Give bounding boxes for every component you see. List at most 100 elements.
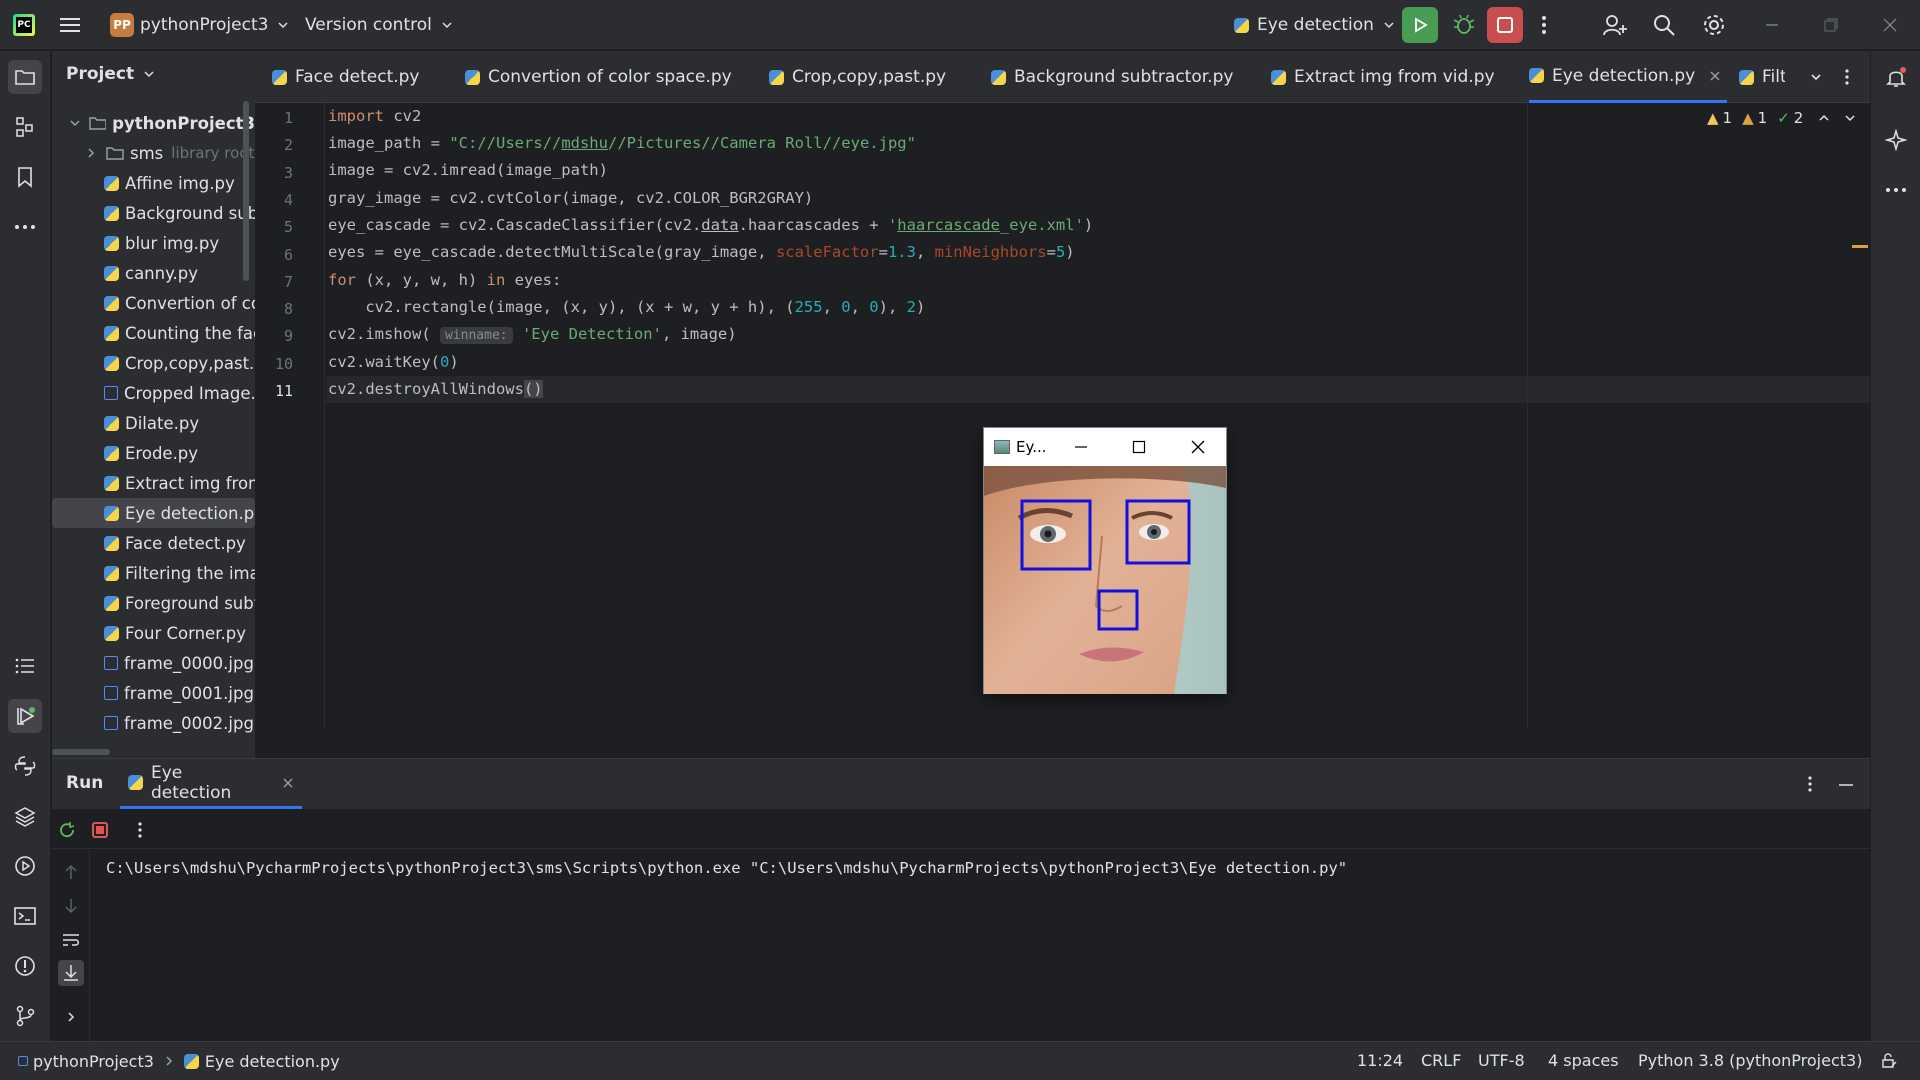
close-tab-icon[interactable] (1709, 70, 1721, 82)
previous-highlight-icon[interactable] (1817, 111, 1831, 125)
restore-window-icon[interactable] (1823, 0, 1839, 50)
rerun-icon[interactable] (58, 821, 76, 839)
hide-panel-icon[interactable] (1838, 783, 1854, 787)
tree-file-item[interactable]: Cropped Image.jpg (52, 378, 255, 408)
run-tool-icon[interactable] (8, 699, 42, 733)
tab-convertion-of-color-space[interactable]: Convertion of color space.py (465, 51, 732, 103)
tree-file-item[interactable]: blur img.py (52, 228, 255, 258)
tree-file-item[interactable]: Eye detection.py (52, 498, 255, 528)
python-console-icon[interactable] (8, 749, 42, 783)
main-menu-icon[interactable] (60, 0, 82, 50)
run-tool-window: Run Eye detection C:\Users\mdshu\Pycharm… (52, 758, 1870, 1042)
chevron-right-icon[interactable] (64, 1010, 78, 1024)
soft-wrap-icon[interactable] (62, 932, 80, 948)
more-tools-icon[interactable] (8, 210, 42, 244)
tab-extract-img-from-vid[interactable]: Extract img from vid.py (1271, 51, 1495, 103)
more-right-tools-icon[interactable] (1879, 173, 1913, 207)
terminal-icon[interactable] (8, 899, 42, 933)
tab-actions-menu-icon[interactable] (1844, 51, 1850, 103)
more-options-icon[interactable] (137, 821, 143, 839)
tree-root-folder[interactable]: pythonProject3 (52, 108, 255, 138)
tree-file-item[interactable]: Convertion of color space.py (52, 288, 255, 318)
tab-crop-copy-past[interactable]: Crop,copy,past.py (769, 51, 946, 103)
notifications-bell-icon[interactable] (1879, 60, 1913, 94)
stop-button[interactable] (1487, 0, 1523, 50)
project-panel-title[interactable]: Project (66, 64, 156, 84)
debug-button[interactable] (1452, 0, 1476, 50)
tab-eye-detection-active[interactable]: Eye detection.py (1529, 51, 1728, 103)
python-interpreter[interactable]: Python 3.8 (pythonProject3) (1638, 1051, 1862, 1070)
tree-file-label: Dilate.py (125, 413, 200, 433)
problems-icon[interactable] (8, 949, 42, 983)
opencv-image-window[interactable]: Ey... (983, 427, 1227, 694)
tree-file-item[interactable]: Dilate.py (52, 408, 255, 438)
tree-file-item[interactable]: frame_0000.jpg (52, 648, 255, 678)
tree-file-item[interactable]: frame_0002.jpg (52, 708, 255, 738)
close-tab-icon[interactable] (282, 777, 294, 789)
tree-file-item[interactable]: Foreground subtractor.py (52, 588, 255, 618)
minimize-icon[interactable] (1074, 440, 1088, 454)
project-folder-icon[interactable] (8, 60, 42, 94)
run-config-selector[interactable]: Eye detection (1234, 0, 1396, 50)
error-stripe-marker[interactable] (1852, 245, 1868, 248)
project-scrollbar[interactable] (243, 101, 249, 281)
tree-file-item[interactable]: Filtering the image.py (52, 558, 255, 588)
rerun-button[interactable] (1402, 0, 1438, 50)
vcs-menu[interactable]: Version control (305, 0, 454, 50)
chevron-right-icon (166, 1056, 172, 1066)
more-actions-icon[interactable] (1540, 0, 1548, 50)
project-switcher[interactable]: PP pythonProject3 (110, 0, 290, 50)
ai-assistant-icon[interactable] (1879, 123, 1913, 157)
close-window-icon[interactable] (1882, 0, 1898, 50)
tree-venv-folder[interactable]: sms library root (52, 138, 255, 168)
line-separator[interactable]: CRLF (1421, 1051, 1461, 1070)
todo-list-icon[interactable] (8, 649, 42, 683)
structure-icon[interactable] (8, 110, 42, 144)
cv-window-titlebar[interactable]: Ey... (984, 428, 1226, 466)
tabs-overflow-chevron-icon[interactable] (1809, 51, 1823, 103)
next-highlight-icon[interactable] (1843, 111, 1857, 125)
tree-file-item[interactable]: Erode.py (52, 438, 255, 468)
scroll-up-arrow-icon[interactable] (64, 864, 78, 880)
maximize-icon[interactable] (1132, 440, 1146, 454)
tree-file-item[interactable]: canny.py (52, 258, 255, 288)
scroll-to-end-icon[interactable] (58, 960, 84, 986)
tab-filtering[interactable]: Filt (1739, 51, 1785, 103)
app-logo-icon[interactable]: PC (13, 0, 35, 50)
tab-face-detect[interactable]: Face detect.py (272, 51, 420, 103)
tree-file-item[interactable]: Background subtractor.py (52, 198, 255, 228)
file-encoding[interactable]: UTF-8 (1478, 1051, 1525, 1070)
search-icon[interactable] (1652, 0, 1676, 50)
stop-icon[interactable] (92, 822, 108, 838)
warning-triangle-icon: ▲ (1707, 109, 1719, 127)
minimize-window-icon[interactable] (1764, 0, 1780, 50)
tree-file-item[interactable]: Face detect.py (52, 528, 255, 558)
inlay-hint: winname: (439, 327, 513, 344)
scroll-down-arrow-icon[interactable] (64, 898, 78, 914)
caret-position[interactable]: 11:24 (1357, 1051, 1403, 1070)
run-options-icon[interactable] (1807, 775, 1813, 793)
bookmarks-icon[interactable] (8, 160, 42, 194)
tree-file-item[interactable]: Affine img.py (52, 168, 255, 198)
tree-file-item[interactable]: Crop,copy,past.py (52, 348, 255, 378)
navigation-breadcrumb[interactable]: pythonProject3 Eye detection.py (18, 1042, 340, 1080)
python-file-icon (104, 565, 119, 581)
python-packages-icon[interactable] (8, 799, 42, 833)
tree-file-item[interactable]: Four Corner.py (52, 618, 255, 648)
close-icon[interactable] (1191, 440, 1205, 454)
line-number: 7 (283, 272, 293, 291)
add-user-icon[interactable] (1602, 0, 1628, 50)
inspection-widget[interactable]: ▲ 1 ▲ 1 ✓ 2 (1707, 109, 1857, 127)
settings-gear-icon[interactable] (1702, 0, 1726, 50)
git-branch-icon[interactable] (8, 999, 42, 1033)
read-only-lock-icon[interactable] (1880, 1052, 1898, 1070)
services-icon[interactable] (8, 849, 42, 883)
indent-setting[interactable]: 4 spaces (1548, 1051, 1619, 1070)
tree-file-item[interactable]: frame_0001.jpg (52, 678, 255, 708)
tree-file-item[interactable]: Extract img from vid.py (52, 468, 255, 498)
tab-background-subtractor[interactable]: Background subtractor.py (991, 51, 1233, 103)
run-config-tab[interactable]: Eye detection (120, 759, 302, 809)
project-name: pythonProject3 (140, 15, 269, 35)
project-hscrollbar[interactable] (52, 749, 110, 755)
tree-file-item[interactable]: Counting the faces.py (52, 318, 255, 348)
